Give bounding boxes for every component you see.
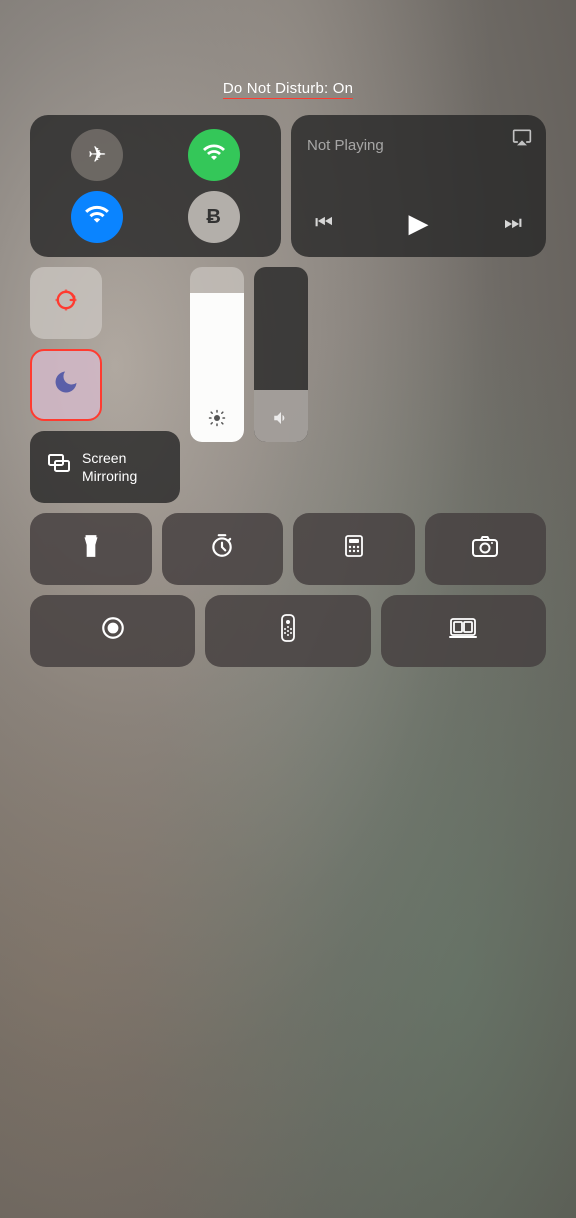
rotation-lock-button[interactable] [30,267,102,339]
now-playing-block: Not Playing ⏮ ▶ ⏭ [291,115,546,257]
control-center: Do Not Disturb: On ✈ [30,80,546,667]
volume-slider[interactable] [254,267,308,442]
timer-icon [209,533,235,566]
sleep-timer-button[interactable] [381,595,546,667]
timer-button[interactable] [162,513,284,585]
calculator-icon [342,534,366,565]
fast-forward-button[interactable]: ⏭ [500,208,526,239]
row-3 [30,513,546,585]
cellular-icon [202,140,226,170]
moon-icon [52,368,80,403]
dnd-banner: Do Not Disturb: On [30,80,546,97]
camera-icon [472,534,498,565]
sliders-area [190,267,546,442]
screen-record-icon [100,615,126,648]
sleep-timer-icon [449,616,477,647]
camera-button[interactable] [425,513,547,585]
brightness-slider[interactable] [190,267,244,442]
row-1: ✈ Ƀ [30,115,546,257]
cellular-button[interactable] [188,129,240,181]
flashlight-button[interactable] [30,513,152,585]
rotation-lock-icon [52,286,80,321]
screen-mirroring-label: Screen Mirroring [82,449,162,485]
row-4 [30,595,546,667]
calculator-button[interactable] [293,513,415,585]
bluetooth-icon: Ƀ [207,206,221,229]
volume-icon [272,409,290,432]
do-not-disturb-button[interactable] [30,349,102,421]
screen-record-button[interactable] [30,595,195,667]
media-controls: ⏮ ▶ ⏭ [307,204,530,243]
airplay-button[interactable] [512,127,532,152]
remote-icon [280,614,296,649]
airplane-mode-button[interactable]: ✈ [71,129,123,181]
rewind-button[interactable]: ⏮ [311,208,337,239]
screen-mirroring-icon [48,452,72,482]
play-button[interactable]: ▶ [405,204,433,243]
wifi-icon [84,201,110,233]
not-playing-label: Not Playing [307,137,530,154]
row-2: Screen Mirroring [30,267,546,503]
row2-left: Screen Mirroring [30,267,180,503]
wifi-button[interactable] [71,191,123,243]
bluetooth-button[interactable]: Ƀ [188,191,240,243]
remote-button[interactable] [205,595,370,667]
brightness-icon [208,409,226,432]
airplane-icon: ✈ [88,142,106,168]
dnd-label: Do Not Disturb: On [223,80,353,99]
screen-mirroring-button[interactable]: Screen Mirroring [30,431,180,503]
flashlight-icon [78,533,104,566]
connectivity-block: ✈ Ƀ [30,115,281,257]
